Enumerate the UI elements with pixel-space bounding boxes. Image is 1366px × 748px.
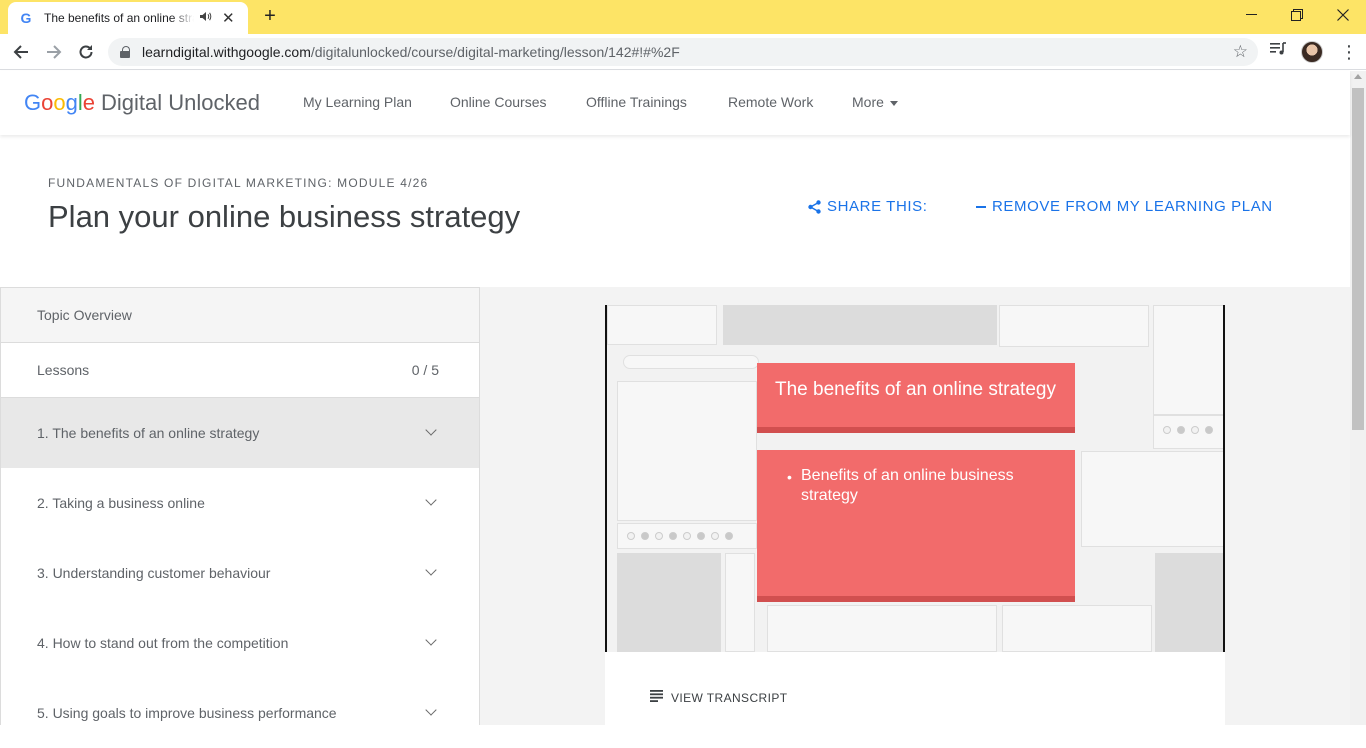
video-card-body: • Benefits of an online business strateg…: [757, 450, 1075, 596]
video-bg-panel: [999, 305, 1149, 347]
lesson-title: 2. Taking a business online: [37, 495, 205, 511]
lesson-title: 3. Understanding customer behaviour: [37, 565, 271, 581]
remove-label: REMOVE FROM MY LEARNING PLAN: [992, 198, 1273, 215]
video-bg-pill: [623, 355, 759, 369]
minus-icon: [976, 205, 986, 208]
video-bg-block: [1155, 553, 1223, 652]
media-controls-icon[interactable]: [1270, 42, 1288, 61]
video-card-bullet: Benefits of an online business strategy: [801, 467, 1014, 504]
site-header: Google Digital Unlocked My Learning Plan …: [0, 71, 1350, 135]
share-button[interactable]: SHARE THIS:: [808, 198, 928, 215]
lesson-title: 5. Using goals to improve business perfo…: [37, 705, 337, 721]
view-transcript-label: VIEW TRANSCRIPT: [671, 690, 788, 705]
chevron-down-icon[interactable]: [425, 564, 437, 576]
video-footer: [605, 652, 1225, 725]
address-bar[interactable]: learndigital.withgoogle.com/digitalunloc…: [108, 38, 1258, 66]
video-bg-block: [723, 305, 997, 345]
bullet-icon: •: [787, 469, 792, 485]
restore-icon[interactable]: [1274, 0, 1320, 30]
minimize-icon[interactable]: [1228, 0, 1274, 30]
lesson-video[interactable]: The benefits of an online strategy • Ben…: [605, 305, 1225, 652]
chevron-down-icon[interactable]: [425, 424, 437, 436]
logo-product-name: Digital Unlocked: [101, 90, 260, 115]
lessons-progress: 0 / 5: [411, 362, 439, 378]
google-digital-unlocked-logo[interactable]: Google Digital Unlocked: [24, 90, 260, 116]
scrollbar-thumb[interactable]: [1352, 88, 1364, 430]
google-favicon-icon: G: [20, 10, 32, 26]
browser-menu-icon[interactable]: ⋮: [1340, 42, 1358, 63]
browser-toolbar: learndigital.withgoogle.com/digitalunloc…: [0, 34, 1366, 70]
transcript-lines-icon: [650, 690, 663, 705]
nav-remote-work[interactable]: Remote Work: [728, 94, 813, 110]
nav-my-learning-plan[interactable]: My Learning Plan: [303, 94, 412, 110]
share-label: SHARE THIS:: [827, 198, 928, 215]
reload-icon[interactable]: [74, 41, 98, 63]
video-bg-panel: [1153, 305, 1223, 415]
topic-overview-label: Topic Overview: [37, 307, 132, 323]
close-window-icon[interactable]: [1320, 0, 1366, 30]
topic-overview-item[interactable]: Topic Overview: [1, 288, 479, 343]
lock-icon[interactable]: [120, 46, 130, 58]
nav-more[interactable]: More: [852, 94, 898, 110]
view-transcript-button[interactable]: VIEW TRANSCRIPT: [650, 690, 787, 705]
video-bg-block: [617, 553, 721, 652]
chevron-down-icon[interactable]: [425, 704, 437, 716]
lesson-item[interactable]: 3. Understanding customer behaviour: [1, 538, 479, 608]
remove-from-plan-button[interactable]: REMOVE FROM MY LEARNING PLAN: [976, 198, 1273, 215]
lesson-item[interactable]: 2. Taking a business online: [1, 468, 479, 538]
video-card-title: The benefits of an online strategy: [757, 363, 1075, 427]
video-bg-dots: [1163, 426, 1213, 434]
browser-tab[interactable]: G The benefits of an online strategy ✕: [8, 2, 248, 34]
dropdown-caret-icon: [889, 100, 898, 106]
lesson-sidebar: Topic Overview Lessons 0 / 5 1. The bene…: [0, 287, 480, 725]
back-arrow-icon[interactable]: [9, 41, 33, 63]
video-bg-dots: [627, 532, 733, 540]
module-kicker: FUNDAMENTALS OF DIGITAL MARKETING: MODUL…: [48, 176, 429, 190]
chevron-down-icon[interactable]: [425, 634, 437, 646]
close-tab-icon[interactable]: ✕: [222, 9, 235, 27]
lesson-item[interactable]: 1. The benefits of an online strategy: [1, 398, 479, 468]
video-bg-panel: [767, 605, 997, 652]
scroll-up-icon[interactable]: [1354, 74, 1362, 79]
profile-avatar[interactable]: [1301, 41, 1323, 63]
forward-arrow-icon[interactable]: [42, 41, 66, 63]
share-icon: [808, 199, 821, 214]
tab-title: The benefits of an online strategy: [44, 11, 194, 25]
url-path: /digitalunlocked/course/digital-marketin…: [310, 44, 680, 60]
page-title: Plan your online business strategy: [48, 199, 521, 234]
lesson-title: 4. How to stand out from the competition: [37, 635, 289, 651]
lesson-title: 1. The benefits of an online strategy: [37, 425, 260, 441]
audio-playing-icon[interactable]: [200, 11, 212, 25]
lessons-label: Lessons: [37, 362, 90, 378]
chevron-down-icon[interactable]: [425, 494, 437, 506]
lesson-item[interactable]: 4. How to stand out from the competition: [1, 608, 479, 678]
video-bg-panel: [607, 305, 717, 345]
url-host: learndigital.withgoogle.com: [142, 44, 311, 60]
nav-offline-trainings[interactable]: Offline Trainings: [586, 94, 687, 110]
video-bg-panel: [725, 553, 755, 652]
lesson-item[interactable]: 5. Using goals to improve business perfo…: [1, 678, 479, 748]
lessons-header: Lessons 0 / 5: [1, 343, 479, 398]
video-bg-panel: [1002, 605, 1152, 652]
video-bg-panel: [1081, 451, 1223, 547]
new-tab-icon[interactable]: +: [260, 6, 280, 26]
video-bg-panel: [617, 381, 757, 521]
bookmark-star-icon[interactable]: ☆: [1233, 42, 1248, 62]
browser-tab-strip: G The benefits of an online strategy ✕ +: [0, 0, 1366, 34]
nav-online-courses[interactable]: Online Courses: [450, 94, 547, 110]
